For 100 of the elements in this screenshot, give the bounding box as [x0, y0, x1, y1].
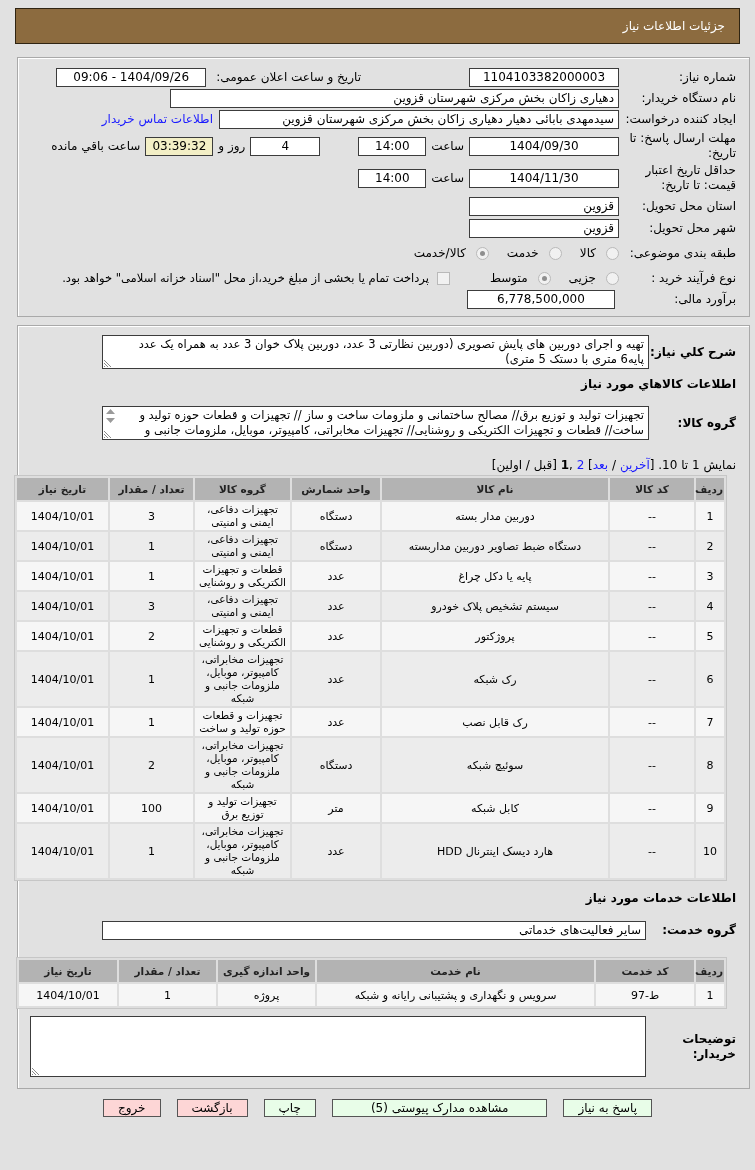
table-cell: 1404/10/01 — [17, 708, 108, 736]
table-cell: قطعات و تجهیزات الکتریکی و روشنایی — [195, 562, 290, 590]
table-cell: دستگاه — [292, 738, 380, 792]
goods-group-text: تجهیزات تولید و توزیع برق// مصالح ساختمانی و ملزومات ساخت و ساز // تجهیزات و قطعات حوزه تولید و ساخت// قطعات و تجهیزات الکتریکی و روشنایی// تجهیزات مخابراتی، کامپیوتر، موبایل، ملزومات جانبی و — [138, 408, 644, 438]
radio-button[interactable] — [606, 246, 619, 260]
table-cell: دستگاه — [292, 502, 380, 530]
table-cell: 1404/10/01 — [17, 824, 108, 878]
scroll-arrows-icon[interactable] — [106, 409, 115, 423]
field-label: روز و — [218, 138, 246, 154]
table-cell: پروژه — [218, 984, 315, 1006]
field-label: توضیحات خریدار: — [682, 1031, 736, 1061]
table-cell: تجهیزات مخابراتی، کامپیوتر، موبایل، ملزومات جانبی و شبکه — [195, 824, 290, 878]
validity-date-field[interactable]: 1404/11/30 — [469, 168, 619, 188]
pager-link[interactable]: 2 — [576, 458, 585, 472]
table-cell: -- — [610, 592, 694, 620]
table-cell: تجهیزات مخابراتی، کامپیوتر، موبایل، ملزومات جانبی و شبکه — [195, 652, 290, 706]
field-label: طبقه بندی موضوعی: — [629, 245, 736, 260]
action-button[interactable]: پاسخ به نیاز — [563, 1099, 653, 1117]
radio-label: کالا — [579, 245, 596, 261]
radio-button[interactable] — [537, 271, 551, 285]
table-cell: -- — [610, 738, 694, 792]
buyer-notes-field[interactable] — [30, 1016, 646, 1077]
column-header: واحد شمارش — [292, 478, 380, 500]
checkbox[interactable] — [436, 271, 450, 285]
table-cell: تجهیزات و قطعات حوزه تولید و ساخت — [195, 708, 290, 736]
table-cell: 1 — [110, 824, 193, 878]
field-label: ساعت — [431, 170, 464, 186]
city-field[interactable]: قزوین — [469, 219, 619, 238]
deadline-date-field[interactable]: 1404/09/30 — [469, 136, 619, 156]
province-field[interactable]: قزوین — [469, 196, 619, 216]
buyer-org-field[interactable]: دهیاری زاکان بخش مرکزی شهرستان قزوین — [170, 89, 619, 108]
table-cell: عدد — [292, 622, 380, 650]
column-header: نام کالا — [382, 478, 608, 500]
validity-time-field[interactable]: 14:00 — [358, 168, 427, 188]
field-label: شهر محل تحویل: — [649, 221, 736, 235]
column-header: گروه کالا — [195, 478, 290, 500]
leave-button[interactable]: خروج — [102, 1099, 161, 1117]
goods-group-field[interactable]: تجهیزات تولید و توزیع برق// مصالح ساختمانی و ملزومات ساخت و ساز // تجهیزات و قطعات حوزه تولید و ساخت// قطعات و تجهیزات الکتریکی و روشنایی// تجهیزات مخابراتی، کامپیوتر، موبایل، ملزومات جانبی و — [102, 406, 649, 440]
table-cell: 1404/10/01 — [17, 562, 108, 590]
table-cell: 1 — [110, 708, 193, 736]
table-cell: تجهیزات دفاعی، ایمنی و امنیتی — [195, 502, 290, 530]
service-group-field[interactable]: سایر فعالیت‌های خدماتی — [102, 921, 646, 940]
table-cell: -- — [610, 502, 694, 530]
table-cell: سوئیچ شبکه — [382, 738, 608, 792]
need-number-field[interactable]: 1104103382000003 — [469, 68, 619, 87]
table-cell: تجهیزات دفاعی، ایمنی و امنیتی — [195, 592, 290, 620]
leave-button[interactable]: بازگشت — [176, 1099, 248, 1117]
field-label: نام دستگاه خریدار: — [641, 91, 736, 105]
action-button[interactable]: مشاهده مدارک پیوستی (5) — [331, 1099, 548, 1117]
table-cell: 1 — [696, 984, 724, 1006]
column-header: تاریخ نیاز — [17, 478, 108, 500]
days-left-field[interactable]: 4 — [250, 136, 321, 156]
field-label: حداقل تاریخ اعتبار قیمت: تا تاریخ: — [645, 163, 736, 192]
table-cell: -- — [610, 794, 694, 822]
field-label: برآورد مالی: — [674, 291, 736, 306]
table-cell: 6 — [696, 652, 724, 706]
time-left-field[interactable]: 03:39:32 — [145, 136, 214, 156]
table-cell: 5 — [696, 622, 724, 650]
table-cell: دستگاه ضبط تصاویر دوربین مداربسته — [382, 532, 608, 560]
table-cell: سیستم تشخیص پلاک خودرو — [382, 592, 608, 620]
table-cell: هارد دیسک اینترنال HDD — [382, 824, 608, 878]
announcement-date-field[interactable]: 1404/09/26 - 09:06 — [56, 68, 207, 87]
pager-link[interactable]: آخرین — [619, 458, 650, 472]
table-cell: 1404/10/01 — [17, 532, 108, 560]
field-label: گروه کالا: — [677, 415, 736, 430]
table-cell: ط-97 — [596, 984, 694, 1006]
budget-field[interactable]: 6,778,500,000 — [467, 289, 615, 309]
table-cell: 1 — [696, 502, 724, 530]
table-cell: دستگاه — [292, 532, 380, 560]
table-cell: پروژکتور — [382, 622, 608, 650]
treasury-bonds-text: پرداخت تمام یا بخشی از مبلغ خرید،از محل "اسناد خزانه اسلامی" خواهد بود. — [62, 271, 429, 285]
radio-label: جزیی — [568, 270, 596, 286]
table-cell: رک شبکه — [382, 652, 608, 706]
field-label: گروه خدمت: — [662, 923, 736, 937]
table-cell: 7 — [696, 708, 724, 736]
field-label: ساعت باقي مانده — [51, 138, 141, 154]
resize-grip-icon[interactable] — [104, 430, 112, 438]
action-button[interactable]: چاپ — [263, 1099, 316, 1117]
description-field[interactable]: تهیه و اجرای دوربین های پایش تصویری (دوربین نظارتی 3 عدد، دوربین پلاک خوان 3 عدد به همراه یک عدد پایه6 متری با دستک 5 متری) — [102, 335, 649, 369]
resize-grip-icon[interactable] — [104, 359, 112, 367]
section-heading: اطلاعات خدمات مورد نیاز — [585, 891, 736, 906]
deadline-time-field[interactable]: 14:00 — [358, 136, 427, 156]
pager-link[interactable]: بعد — [592, 458, 609, 472]
radio-button[interactable] — [606, 271, 619, 285]
page-title: جزئیات اطلاعات نیاز — [622, 18, 725, 34]
resize-grip-icon[interactable] — [32, 1067, 40, 1075]
field-label: نوع فرآیند خرید : — [651, 270, 736, 285]
column-header: کد خدمت — [596, 960, 694, 982]
contact-link[interactable]: اطلاعات تماس خریدار — [101, 112, 213, 127]
table-cell: -- — [610, 532, 694, 560]
field-label: مهلت ارسال پاسخ: تا تاریخ: — [629, 131, 736, 160]
requester-field[interactable]: سیدمهدی بابائی دهیار دهیاری زاکان بخش مرکزی شهرستان قزوین — [219, 110, 619, 129]
table-cell: 100 — [110, 794, 193, 822]
table-cell: 1404/10/01 — [17, 622, 108, 650]
field-label: شرح کلي نياز: — [650, 344, 736, 359]
table-cell: 1404/10/01 — [19, 984, 117, 1006]
table-cell: 1 — [110, 532, 193, 560]
radio-button[interactable] — [548, 246, 562, 260]
column-header: ردیف — [696, 960, 724, 982]
radio-button[interactable] — [475, 246, 489, 260]
